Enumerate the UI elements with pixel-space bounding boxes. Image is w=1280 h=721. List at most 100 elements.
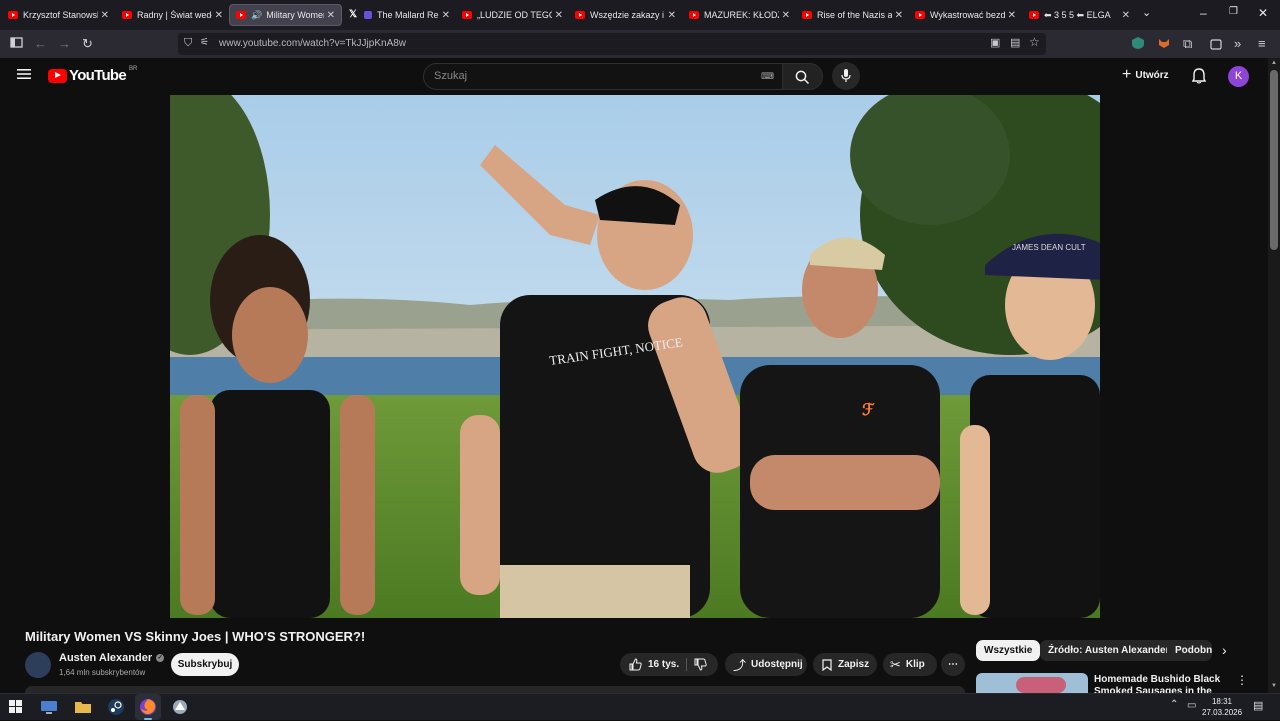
monitor-app-icon[interactable] bbox=[40, 698, 58, 716]
youtube-logo[interactable]: YouTube BR bbox=[48, 65, 138, 84]
chip-source-channel[interactable]: Źródło: Austen Alexander bbox=[1040, 640, 1178, 661]
browser-tab[interactable]: MAZUREK: KŁODZKO ✕ bbox=[683, 4, 796, 26]
close-icon[interactable]: ✕ bbox=[668, 10, 676, 21]
network-icon[interactable]: ▭ bbox=[1187, 700, 1196, 711]
dislike-button[interactable] bbox=[694, 658, 707, 674]
forward-arrow-icon[interactable]: → bbox=[58, 36, 71, 51]
account-avatar[interactable]: K bbox=[1228, 66, 1249, 87]
browser-tab[interactable]: Krzysztof Stanowski. W ✕ bbox=[2, 4, 115, 26]
video-frame: TRAIN FIGHT, NOTICE ℱ JAMES DEAN CULT bbox=[170, 95, 1100, 618]
notification-center-icon[interactable]: ▤ bbox=[1253, 699, 1263, 712]
youtube-header: YouTube BR Szukaj ⌨ + Utwórz K bbox=[0, 58, 1268, 95]
app-icon[interactable] bbox=[171, 698, 189, 716]
tab-list-chevron-icon[interactable]: ⌄ bbox=[1142, 6, 1151, 19]
description-box[interactable] bbox=[25, 686, 965, 693]
thumbs-down-icon bbox=[694, 658, 707, 671]
browser-tab[interactable]: „LUDZIE OD TEGO GŁ ✕ bbox=[456, 4, 569, 26]
channel-name-link[interactable]: Austen Alexander ✓ bbox=[59, 652, 165, 664]
share-button[interactable]: ⤴ Udostępnij bbox=[725, 653, 807, 676]
steam-icon[interactable] bbox=[107, 698, 125, 716]
browser-tab[interactable]: Wszędzie zakazy i pr ✕ bbox=[569, 4, 682, 26]
create-button[interactable]: + Utwórz bbox=[1122, 66, 1169, 83]
chip-related[interactable]: Podobne bbox=[1167, 640, 1212, 661]
clock[interactable]: 18:31 27.03.2026 bbox=[1202, 696, 1242, 718]
rec-thumbnail[interactable] bbox=[976, 673, 1088, 693]
close-icon[interactable]: ✕ bbox=[782, 10, 790, 21]
keyboard-icon[interactable]: ⌨ bbox=[761, 71, 774, 82]
close-icon[interactable]: ✕ bbox=[215, 10, 223, 21]
tab-title: Radny | Świat według bbox=[137, 10, 212, 20]
close-icon[interactable]: ✕ bbox=[1008, 10, 1016, 21]
shield-icon[interactable]: ⛉ bbox=[184, 37, 192, 50]
overflow-chevrons-icon[interactable]: » bbox=[1234, 36, 1241, 51]
sidebar-toggle-icon[interactable] bbox=[10, 36, 23, 52]
firefox-taskbar-button[interactable] bbox=[135, 694, 161, 720]
tab-title: MAZUREK: KŁODZKO bbox=[704, 10, 779, 20]
country-code: BR bbox=[129, 65, 138, 72]
close-icon[interactable]: ✕ bbox=[101, 10, 109, 21]
rec-more-icon[interactable]: ⋮ bbox=[1236, 673, 1248, 687]
bookmark-star-icon[interactable]: ☆ bbox=[1029, 35, 1040, 49]
browser-tab[interactable]: ⬅ 3 5 5 ⬅ ELGA ✕ bbox=[1023, 4, 1136, 26]
voice-search-button[interactable] bbox=[832, 62, 860, 90]
extensions-puzzle-icon[interactable]: ⧉ bbox=[1183, 36, 1192, 52]
scroll-down-arrow-icon[interactable]: ▼ bbox=[1271, 683, 1277, 689]
chips-next-chevron-icon[interactable]: › bbox=[1222, 642, 1227, 658]
notifications-extension-icon[interactable] bbox=[1210, 36, 1224, 53]
channel-avatar[interactable] bbox=[25, 652, 51, 678]
like-divider bbox=[686, 658, 687, 671]
pip-icon[interactable]: ▣ bbox=[990, 36, 1000, 49]
close-icon[interactable]: ✕ bbox=[327, 10, 335, 21]
like-button[interactable]: 16 tys. bbox=[629, 658, 679, 671]
close-icon[interactable]: ✕ bbox=[1122, 10, 1130, 21]
url-text: www.youtube.com/watch?v=TkJJjpKnA8w bbox=[219, 38, 407, 49]
save-label: Zapisz bbox=[838, 659, 870, 670]
like-dislike-group: 16 tys. bbox=[620, 653, 718, 676]
tray-chevron-up-icon[interactable]: ⌃ bbox=[1170, 699, 1178, 710]
minimize-icon[interactable]: – bbox=[1200, 6, 1207, 20]
reload-icon[interactable]: ↻ bbox=[82, 36, 93, 52]
rec-title[interactable]: Homemade Bushido Black Smoked Sausages i… bbox=[1094, 674, 1224, 693]
close-icon[interactable]: ✕ bbox=[442, 10, 450, 21]
close-icon[interactable]: ✕ bbox=[555, 10, 563, 21]
reader-view-icon[interactable]: ▤ bbox=[1010, 36, 1020, 49]
page-scrollbar[interactable]: ▲ ▼ bbox=[1268, 58, 1280, 693]
windows-start-icon[interactable] bbox=[9, 700, 27, 718]
create-label: Utwórz bbox=[1135, 69, 1169, 81]
chip-all[interactable]: Wszystkie bbox=[976, 640, 1041, 661]
bookmark-icon bbox=[822, 658, 832, 671]
hamburger-menu-icon[interactable] bbox=[17, 67, 31, 86]
like-count: 16 tys. bbox=[648, 659, 680, 670]
more-horizontal-icon: ⋯ bbox=[948, 659, 958, 670]
speaker-icon[interactable]: 🔊 bbox=[251, 10, 262, 21]
ublock-extension-icon[interactable] bbox=[1132, 37, 1144, 52]
app-menu-icon[interactable]: ≡ bbox=[1258, 36, 1266, 51]
plus-icon: + bbox=[1122, 66, 1132, 83]
extension-fox-icon[interactable] bbox=[1158, 37, 1170, 52]
search-input[interactable]: Szukaj ⌨ bbox=[423, 63, 783, 90]
search-button[interactable] bbox=[782, 63, 823, 90]
back-arrow-icon[interactable]: ← bbox=[34, 36, 47, 51]
address-bar[interactable]: ⛉ ⚟ www.youtube.com/watch?v=TkJJjpKnA8w … bbox=[178, 33, 1046, 55]
restore-icon[interactable]: ❐ bbox=[1229, 6, 1238, 17]
scroll-up-arrow-icon[interactable]: ▲ bbox=[1271, 60, 1277, 66]
browser-tab[interactable]: Wykastrować bezdom ✕ bbox=[909, 4, 1022, 26]
permissions-icon[interactable]: ⚟ bbox=[200, 37, 209, 48]
scrollbar-thumb[interactable] bbox=[1270, 70, 1278, 250]
browser-tab-active[interactable]: 🔊 Military Women VS ✕ bbox=[229, 4, 342, 26]
file-explorer-icon[interactable] bbox=[74, 698, 92, 716]
thumbs-up-icon bbox=[629, 658, 642, 671]
tab-title: ⬅ 3 5 5 ⬅ ELGA bbox=[1044, 9, 1111, 20]
window-close-icon[interactable]: ✕ bbox=[1258, 6, 1268, 20]
subscribe-button[interactable]: Subskrybuj bbox=[171, 653, 239, 676]
video-player[interactable]: TRAIN FIGHT, NOTICE ℱ JAMES DEAN CULT bbox=[170, 95, 1100, 618]
notifications-bell-icon[interactable] bbox=[1191, 68, 1207, 89]
browser-tab[interactable]: Radny | Świat według ✕ bbox=[116, 4, 229, 26]
close-icon[interactable]: ✕ bbox=[895, 10, 903, 21]
browser-tab[interactable]: 𝕏 The Mallard Reborn ✕ bbox=[343, 4, 456, 26]
browser-tab[interactable]: Rise of the Nazis and ✕ bbox=[796, 4, 909, 26]
firefox-icon bbox=[140, 699, 156, 715]
more-actions-button[interactable]: ⋯ bbox=[941, 653, 965, 676]
save-button[interactable]: Zapisz bbox=[813, 653, 877, 676]
clip-button[interactable]: ✂ Klip bbox=[883, 653, 937, 676]
